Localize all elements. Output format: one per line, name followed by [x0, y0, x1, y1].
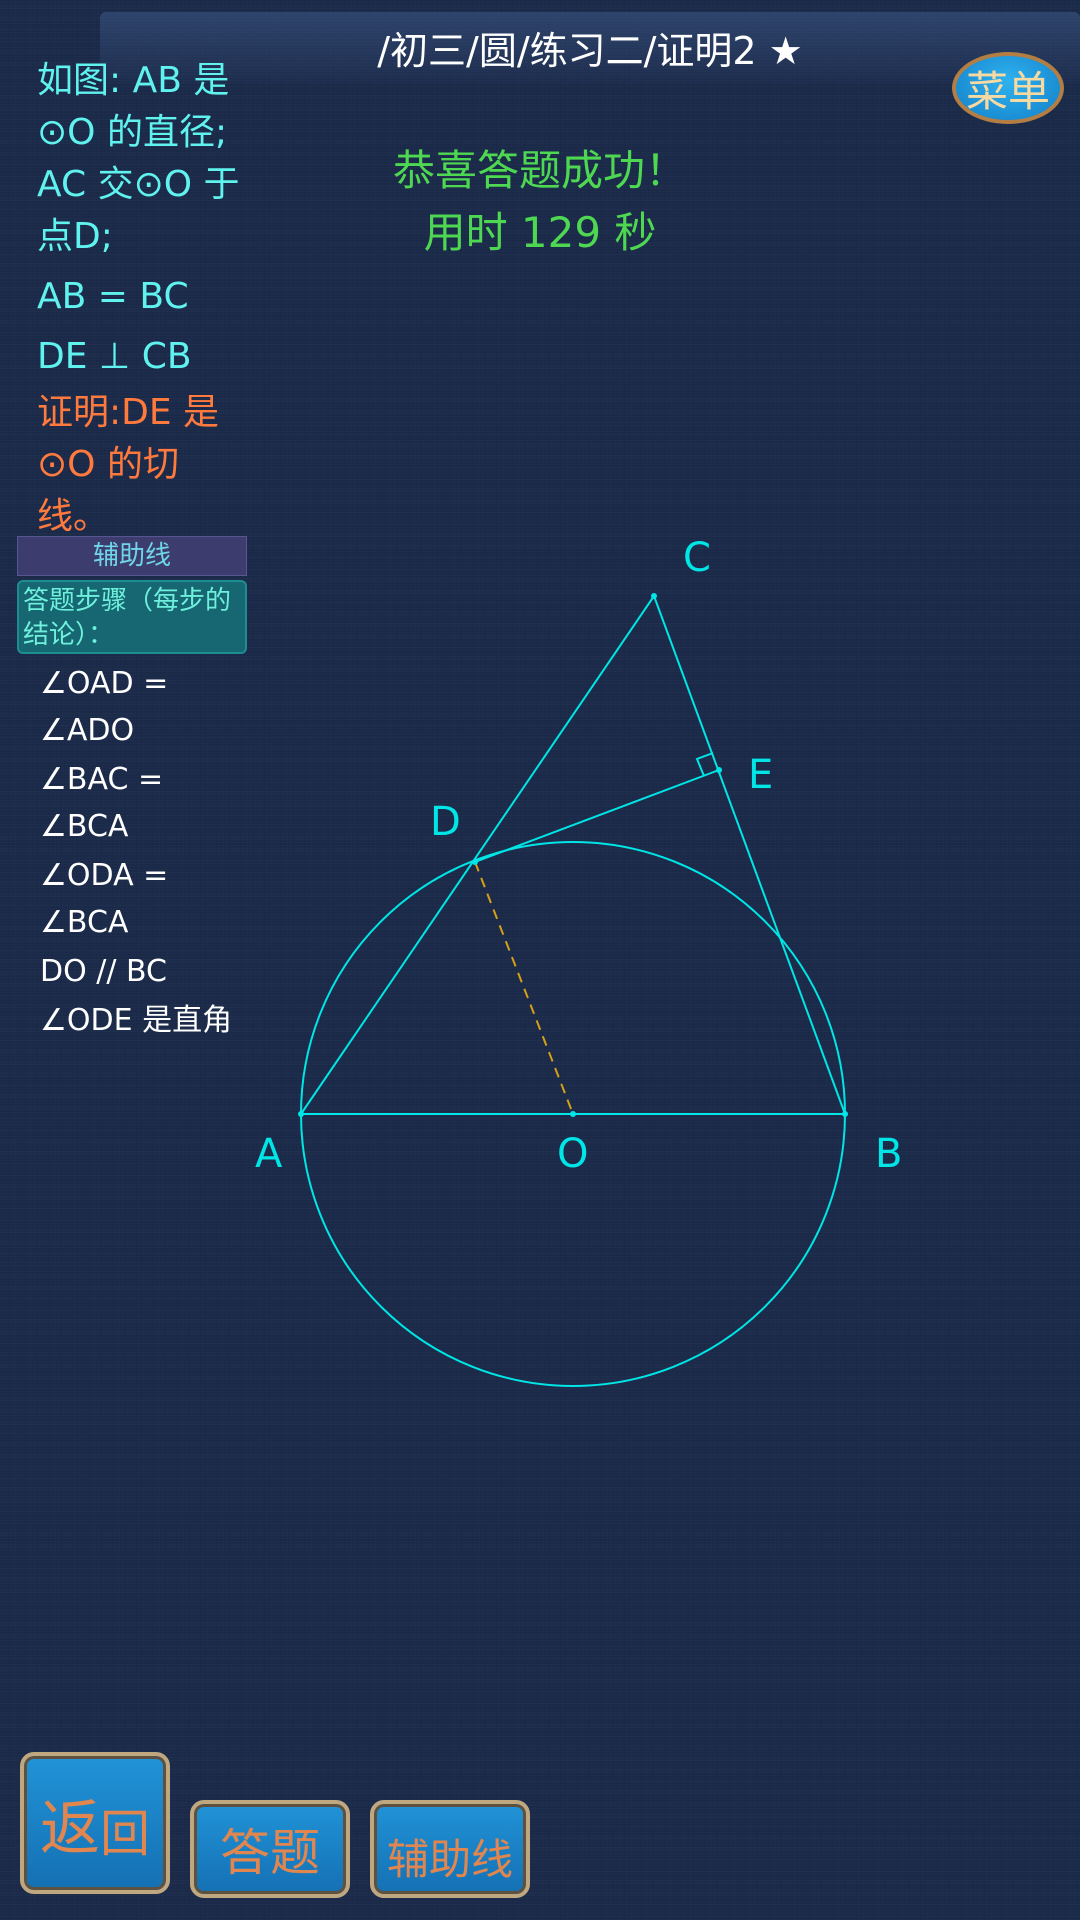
back-label-2: 回: [100, 1805, 150, 1863]
segment-ac: [300, 595, 655, 1115]
segment-bc: [653, 595, 846, 1115]
back-button[interactable]: 返回: [20, 1752, 170, 1894]
segment-de: [474, 769, 720, 863]
answer-button[interactable]: 答题: [190, 1800, 350, 1898]
label-b: B: [875, 1131, 902, 1177]
auxiliary-segment-do: [474, 861, 574, 1115]
point-b: [842, 1111, 848, 1117]
point-c: [651, 593, 657, 599]
point-d: [472, 859, 478, 865]
label-a: A: [255, 1131, 283, 1177]
label-o: O: [557, 1131, 588, 1177]
label-e: E: [748, 752, 773, 798]
back-label-1: 返: [40, 1793, 100, 1864]
aux-line-button[interactable]: 辅助线: [370, 1800, 530, 1898]
point-a: [298, 1111, 304, 1117]
label-d: D: [430, 799, 461, 845]
label-c: C: [683, 535, 711, 581]
geometry-figure: A B C D E O: [255, 535, 902, 1387]
point-e: [716, 767, 722, 773]
point-o: [570, 1111, 576, 1117]
